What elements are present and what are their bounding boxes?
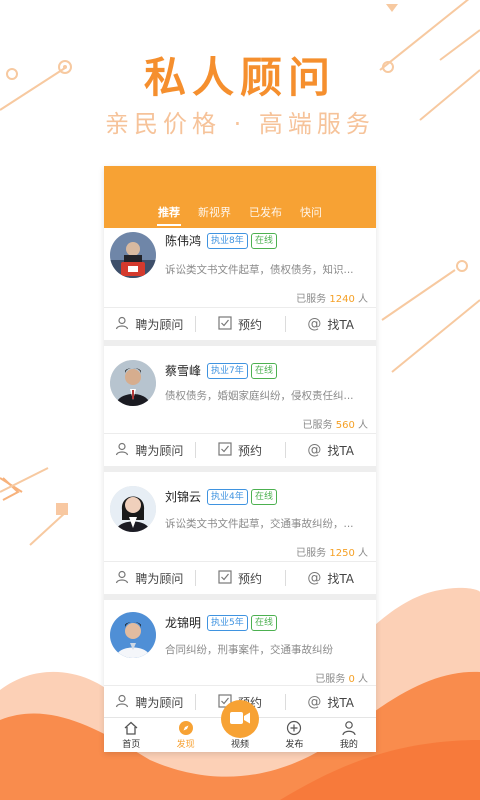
avatar [110, 612, 156, 658]
book-button[interactable]: 预约 [194, 434, 286, 466]
at-icon: @ [307, 316, 322, 332]
hire-label: 聘为顾问 [135, 695, 184, 710]
advisor-card[interactable]: 陈伟鸿 执业8年 在线 诉讼类文书文件起草，债权债务，知识... 已服务 124… [104, 228, 376, 340]
advisor-specialties: 合同纠纷，刑事案件，交通事故纠纷 [165, 644, 333, 656]
years-badge: 执业7年 [207, 363, 248, 379]
advisor-specialties: 债权债务，婚姻家庭纠纷，侵权责任纠... [165, 390, 354, 402]
find-button[interactable]: @ 找TA [285, 686, 376, 718]
nav-mine-label: 我的 [339, 740, 358, 750]
advisor-name: 龙锦明 [165, 616, 202, 630]
find-button[interactable]: @ 找TA [285, 562, 376, 594]
find-label: 找TA [327, 443, 354, 458]
book-button[interactable]: 预约 [194, 308, 286, 340]
years-badge: 执业4年 [207, 489, 248, 505]
book-button[interactable]: 预约 [194, 562, 286, 594]
nav-home-label: 首页 [122, 740, 141, 750]
online-badge: 在线 [251, 489, 278, 505]
hire-label: 聘为顾问 [135, 317, 184, 332]
online-badge: 在线 [251, 615, 278, 631]
hire-advisor-button[interactable]: 聘为顾问 [104, 562, 195, 594]
served-number: 0 [348, 674, 355, 685]
compass-icon [178, 719, 194, 737]
advisor-name: 蔡雪峰 [165, 364, 202, 378]
served-label: 已服务 [302, 420, 333, 431]
served-count: 已服务 1240 人 [296, 290, 368, 305]
hire-advisor-button[interactable]: 聘为顾问 [104, 308, 195, 340]
advisor-name: 刘锦云 [165, 490, 202, 504]
card-actions: 聘为顾问 预约 @ 找TA [104, 307, 376, 340]
hire-advisor-button[interactable]: 聘为顾问 [104, 434, 195, 466]
find-label: 找TA [327, 695, 354, 710]
served-unit: 人 [358, 294, 368, 305]
served-label: 已服务 [315, 674, 346, 685]
served-unit: 人 [358, 420, 368, 431]
tab-recommend[interactable]: 推荐 [149, 200, 189, 228]
hire-label: 聘为顾问 [135, 571, 184, 586]
user-icon [341, 719, 357, 737]
user-icon [115, 694, 129, 711]
avatar [110, 486, 156, 532]
hire-label: 聘为顾问 [135, 443, 184, 458]
plus-circle-icon [286, 719, 302, 737]
years-badge: 执业5年 [207, 615, 248, 631]
served-count: 已服务 0 人 [315, 670, 368, 685]
find-label: 找TA [327, 317, 354, 332]
served-count: 已服务 1250 人 [296, 544, 368, 559]
card-actions: 聘为顾问 预约 @ 找TA [104, 561, 376, 594]
served-number: 1240 [329, 294, 355, 305]
advisor-specialties: 诉讼类文书文件起草，债权债务，知识... [165, 264, 354, 276]
promo-subline: 亲民价格 · 高端服务 [105, 110, 375, 138]
nav-video-label: 视频 [231, 740, 250, 750]
nav-home[interactable]: 首页 [104, 718, 158, 752]
book-label: 预约 [238, 443, 263, 458]
online-badge: 在线 [251, 233, 278, 249]
book-label: 预约 [238, 317, 263, 332]
advisor-card[interactable]: 蔡雪峰 执业7年 在线 债权债务，婚姻家庭纠纷，侵权责任纠... 已服务 560… [104, 346, 376, 466]
nav-mine[interactable]: 我的 [322, 718, 376, 752]
served-unit: 人 [358, 548, 368, 559]
at-icon: @ [307, 570, 322, 586]
checkbox-icon [218, 315, 232, 333]
find-button[interactable]: @ 找TA [285, 434, 376, 466]
avatar [110, 232, 156, 278]
served-number: 560 [335, 420, 355, 431]
book-label: 预约 [238, 571, 263, 586]
find-button[interactable]: @ 找TA [285, 308, 376, 340]
nav-publish-label: 发布 [285, 740, 304, 750]
advisor-card[interactable]: 刘锦云 执业4年 在线 诉讼类文书文件起草，交通事故纠纷，... 已服务 125… [104, 472, 376, 594]
at-icon: @ [307, 694, 322, 710]
nav-discover[interactable]: 发现 [158, 718, 212, 752]
served-unit: 人 [358, 674, 368, 685]
app-screen: 推荐 新视界 已发布 快问 陈伟鸿 执业8年 在线 诉讼类文书文件起草，债权债务… [104, 166, 376, 752]
checkbox-icon [218, 441, 232, 459]
served-label: 已服务 [296, 548, 327, 559]
at-icon: @ [307, 442, 322, 458]
served-count: 已服务 560 人 [303, 416, 368, 431]
app-header: 推荐 新视界 已发布 快问 [104, 166, 376, 228]
tab-published[interactable]: 已发布 [240, 200, 291, 228]
find-label: 找TA [327, 571, 354, 586]
promo-headline: 私人顾问 [143, 53, 336, 102]
advisor-name: 陈伟鸿 [165, 234, 202, 248]
nav-publish[interactable]: 发布 [267, 718, 321, 752]
user-icon [115, 442, 129, 459]
user-icon [115, 316, 129, 333]
video-icon [230, 710, 250, 729]
user-icon [115, 570, 129, 587]
video-button[interactable] [221, 700, 259, 738]
years-badge: 执业8年 [207, 233, 248, 249]
tab-bar: 推荐 新视界 已发布 快问 [104, 200, 376, 228]
online-badge: 在线 [251, 363, 278, 379]
hire-advisor-button[interactable]: 聘为顾问 [104, 686, 195, 718]
advisor-specialties: 诉讼类文书文件起草，交通事故纠纷，... [165, 518, 354, 530]
nav-discover-label: 发现 [176, 740, 195, 750]
tab-new-vision[interactable]: 新视界 [189, 200, 240, 228]
served-label: 已服务 [296, 294, 327, 305]
avatar [110, 360, 156, 406]
served-number: 1250 [329, 548, 355, 559]
card-actions: 聘为顾问 预约 @ 找TA [104, 433, 376, 466]
home-icon [123, 719, 139, 737]
tab-quick-ask[interactable]: 快问 [291, 200, 331, 228]
checkbox-icon [218, 569, 232, 587]
